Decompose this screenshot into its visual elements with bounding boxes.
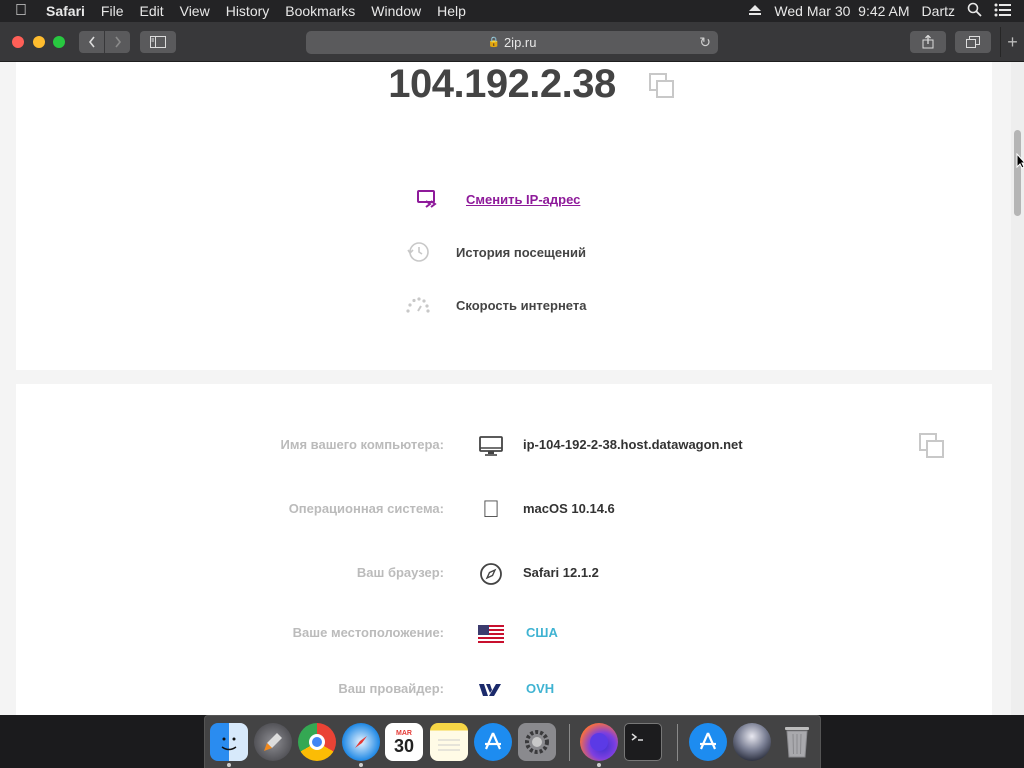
browser-toolbar: 🔒 2ip.ru ↻ + — [0, 22, 1024, 62]
history-link[interactable]: История посещений — [456, 245, 586, 260]
menu-file[interactable]: File — [93, 3, 132, 19]
reload-icon[interactable]: ↻ — [699, 34, 711, 51]
dock-launchpad-icon[interactable] — [254, 723, 292, 761]
info-value: Safari 12.1.2 — [523, 565, 599, 580]
info-label: Операционная система: — [288, 501, 444, 516]
change-ip-action[interactable]: Сменить IP-адрес — [416, 187, 580, 211]
eject-icon[interactable] — [748, 3, 762, 19]
sidebar-toggle-button[interactable] — [140, 31, 176, 53]
safari-compass-icon — [478, 561, 504, 587]
info-row-provider: Ваш провайдер: OVH — [0, 675, 1024, 705]
dock-system-preferences-icon[interactable] — [518, 723, 556, 761]
menubar-datetime[interactable]: Wed Mar 30 9:42 AM — [774, 3, 909, 19]
back-button[interactable] — [79, 31, 104, 53]
share-icon — [922, 35, 934, 49]
dock-separator — [569, 724, 570, 761]
dock-app-store-download-icon[interactable] — [689, 723, 727, 761]
info-row-location: Ваше местоположение: США — [0, 619, 1024, 649]
info-row-browser: Ваш браузер: Safari 12.1.2 — [0, 559, 1024, 589]
info-label: Ваш провайдер: — [338, 681, 444, 696]
apple-menu-icon[interactable]:  — [0, 2, 42, 20]
info-row-os: Операционная система:  macOS 10.14.6 — [0, 495, 1024, 525]
speed-test-link[interactable]: Скорость интернета — [456, 298, 586, 313]
address-url: 2ip.ru — [503, 35, 537, 50]
dock-chrome-icon[interactable] — [298, 723, 336, 761]
info-value: ip-104-192-2-38.host.datawagon.net — [523, 437, 743, 452]
dock-running-indicator — [359, 763, 363, 767]
dock-safari-icon[interactable] — [342, 723, 380, 761]
dock-notes-icon[interactable] — [430, 723, 468, 761]
new-tab-button[interactable]: + — [1000, 27, 1024, 57]
info-label: Имя вашего компьютера: — [280, 437, 444, 452]
speedometer-icon — [406, 293, 430, 317]
address-bar[interactable]: 🔒 2ip.ru ↻ — [306, 31, 718, 54]
menu-view[interactable]: View — [172, 3, 218, 19]
menu-window[interactable]: Window — [363, 3, 429, 19]
menu-history[interactable]: History — [218, 3, 278, 19]
dock-finder-icon[interactable] — [210, 723, 248, 761]
change-ip-link[interactable]: Сменить IP-адрес — [466, 192, 580, 207]
dock-photo-icon[interactable] — [733, 723, 771, 761]
dock-running-indicator — [597, 763, 601, 767]
us-flag-icon — [478, 621, 504, 647]
history-icon — [406, 240, 430, 264]
computer-icon — [478, 433, 504, 459]
menu-bar:  Safari File Edit View History Bookmark… — [0, 0, 1024, 22]
chevron-left-icon — [88, 36, 95, 48]
dock: MAR 30 — [204, 715, 821, 768]
window-close-button[interactable] — [12, 36, 24, 48]
info-value: macOS 10.14.6 — [523, 501, 615, 516]
spotlight-search-icon[interactable] — [967, 2, 982, 20]
ip-address: 104.192.2.38 — [388, 62, 616, 106]
dock-trash-icon[interactable] — [778, 723, 816, 761]
info-label: Ваш браузер: — [356, 565, 444, 580]
forward-button[interactable] — [105, 31, 130, 53]
dock-terminal-icon[interactable] — [624, 723, 662, 761]
dock-separator — [677, 724, 678, 761]
chevron-right-icon — [114, 36, 121, 48]
ip-card — [16, 62, 992, 370]
menu-edit[interactable]: Edit — [131, 3, 171, 19]
apple-icon:  — [478, 496, 504, 523]
dock-calendar-icon[interactable]: MAR 30 — [385, 723, 423, 761]
info-row-hostname: Имя вашего компьютера: ip-104-192-2-38.h… — [0, 431, 1024, 461]
mouse-cursor-icon — [1016, 153, 1024, 169]
copy-icon[interactable] — [918, 432, 946, 460]
notification-center-icon[interactable] — [994, 3, 1012, 20]
change-ip-icon — [416, 187, 440, 211]
dock-app-store-icon[interactable] — [474, 723, 512, 761]
window-fullscreen-button[interactable] — [53, 36, 65, 48]
scrollbar-thumb[interactable] — [1014, 130, 1021, 216]
info-value[interactable]: OVH — [526, 681, 554, 696]
tabs-icon — [966, 36, 980, 48]
history-action[interactable]: История посещений — [406, 240, 586, 264]
web-page: 104.192.2.38 Сменить IP-адрес История по… — [0, 62, 1024, 715]
speed-test-action[interactable]: Скорость интернета — [406, 293, 586, 317]
share-button[interactable] — [910, 31, 946, 53]
sidebar-icon — [150, 36, 166, 48]
menubar-user[interactable]: Dartz — [922, 3, 955, 19]
info-label: Ваше местоположение: — [292, 625, 444, 640]
dock-running-indicator — [227, 763, 231, 767]
copy-icon[interactable] — [648, 72, 676, 100]
dock-firefox-icon[interactable] — [580, 723, 618, 761]
lock-icon: 🔒 — [487, 37, 500, 48]
info-value[interactable]: США — [526, 625, 558, 640]
menu-help[interactable]: Help — [429, 3, 474, 19]
menu-bookmarks[interactable]: Bookmarks — [277, 3, 363, 19]
menu-app-name[interactable]: Safari — [42, 3, 93, 19]
window-minimize-button[interactable] — [33, 36, 45, 48]
calendar-day: 30 — [393, 735, 415, 756]
ovh-logo-icon — [478, 677, 504, 703]
show-all-tabs-button[interactable] — [955, 31, 991, 53]
